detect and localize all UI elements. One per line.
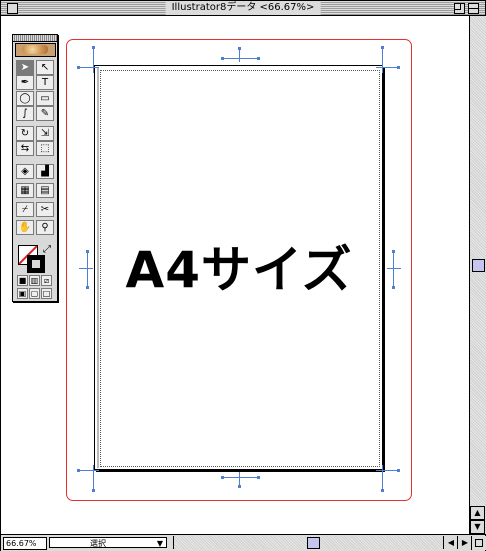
handle — [397, 469, 400, 472]
status-dropdown[interactable]: 選択 ▼ — [49, 537, 167, 548]
status-bar: 66.67% 選択 ▼ ◀ ▶ — [1, 534, 486, 551]
illustrator-logo[interactable] — [15, 43, 56, 57]
zoom-tool-icon[interactable]: ⚲ — [36, 220, 54, 235]
handle — [92, 489, 95, 492]
crop-mark-tl-h — [79, 67, 99, 68]
crop-mark-tc-v — [239, 48, 240, 62]
crop-mark-tl-v — [93, 47, 94, 73]
window-title: Illustrator8データ <66.67%> — [165, 1, 321, 15]
status-mode-label: 選択 — [90, 539, 106, 548]
type-tool-icon[interactable]: T — [36, 75, 54, 90]
rotate-tool-icon[interactable]: ↻ — [16, 126, 34, 141]
handle — [257, 476, 260, 479]
crop-mark-lm-h — [79, 268, 93, 269]
toolbox-drag-bar[interactable] — [13, 35, 57, 42]
resize-grow-box[interactable] — [471, 536, 486, 550]
crop-mark-br-v — [382, 465, 383, 491]
crop-mark-bl-v — [93, 465, 94, 491]
crop-mark-rm-v — [393, 251, 394, 287]
canvas[interactable]: A4サイズ ⤢ ➤ ↖ ✒ T ◯ ▭ ∫ ✎ ↻ ⇲ ⇆ ⬚ ◈ ▟ ▦ ▤ … — [1, 16, 469, 534]
stroke-swatch-icon[interactable] — [27, 255, 45, 273]
pencil-tool-icon[interactable]: ✎ — [36, 106, 54, 121]
eyedropper-tool-icon[interactable]: ⌿ — [16, 202, 34, 217]
crop-mark-lm-v — [87, 251, 88, 287]
crop-mark-bc-v — [239, 472, 240, 486]
handle — [238, 485, 241, 488]
close-box[interactable] — [7, 3, 18, 14]
crop-mark-tr-v — [382, 47, 383, 73]
gradient-mode-icon[interactable]: ▥ — [29, 275, 40, 286]
scroll-up-button[interactable]: ▲ — [470, 506, 485, 520]
gradient-mesh-tool-icon[interactable]: ▦ — [16, 183, 34, 198]
handle — [77, 66, 80, 69]
scroll-left-button[interactable]: ◀ — [443, 536, 458, 549]
fill-stroke-control[interactable]: ⤢ — [18, 245, 52, 277]
graph-tool-icon[interactable]: ▟ — [36, 164, 54, 179]
full-screen-mode-icon[interactable]: □ — [41, 288, 52, 299]
crop-mark-bc-h — [222, 477, 258, 478]
handle — [392, 250, 395, 253]
crop-mark-rm-h — [387, 268, 401, 269]
rectangle-tool-icon[interactable]: ▭ — [36, 91, 54, 106]
blend-tool-icon[interactable]: ◈ — [16, 164, 34, 179]
crop-mark-br-h — [376, 470, 398, 471]
handle — [381, 46, 384, 49]
direct-selection-tool-icon[interactable]: ↖ — [36, 60, 54, 75]
ellipse-tool-icon[interactable]: ◯ — [16, 91, 34, 106]
document-window: Illustrator8データ <66.67%> A4サイズ ⤢ ➤ ↖ ✒ T… — [0, 0, 486, 551]
scissors-tool-icon[interactable]: ✂ — [36, 202, 54, 217]
handle — [392, 286, 395, 289]
scroll-down-button[interactable]: ▼ — [470, 520, 485, 534]
chevron-down-icon: ▼ — [156, 539, 163, 548]
hand-tool-icon[interactable]: ✋ — [16, 220, 34, 235]
none-mode-icon[interactable]: ⧄ — [41, 275, 52, 286]
toolbox-palette[interactable]: ⤢ ➤ ↖ ✒ T ◯ ▭ ∫ ✎ ↻ ⇲ ⇆ ⬚ ◈ ▟ ▦ ▤ ⌿ ✂ ✋ ⚲ ■ ▥ ⧄ ▣ ▢ □ — [12, 34, 58, 302]
handle — [397, 66, 400, 69]
handle — [86, 250, 89, 253]
crop-mark-tr-h — [376, 67, 398, 68]
crop-mark-tc-h — [222, 58, 258, 59]
gradient-tool-icon[interactable]: ▤ — [36, 183, 54, 198]
artboard-heading[interactable]: A4サイズ — [89, 242, 389, 298]
handle — [221, 57, 224, 60]
zoom-box[interactable] — [454, 3, 465, 14]
collapse-box[interactable] — [468, 3, 479, 14]
zoom-level-field[interactable]: 66.67% — [3, 537, 47, 550]
handle — [238, 47, 241, 50]
handle — [221, 476, 224, 479]
reflect-tool-icon[interactable]: ⇆ — [16, 141, 34, 156]
scale-tool-icon[interactable]: ⇲ — [36, 126, 54, 141]
crop-mark-bl-h — [79, 470, 99, 471]
selection-tool-icon[interactable]: ➤ — [16, 60, 34, 75]
handle — [77, 469, 80, 472]
standard-screen-mode-icon[interactable]: ▣ — [17, 288, 28, 299]
full-screen-menu-mode-icon[interactable]: ▢ — [29, 288, 40, 299]
title-bar[interactable]: Illustrator8データ <66.67%> — [1, 1, 485, 16]
paintbrush-tool-icon[interactable]: ∫ — [16, 106, 34, 121]
pen-tool-icon[interactable]: ✒ — [16, 75, 34, 90]
color-mode-icon[interactable]: ■ — [17, 275, 28, 286]
horizontal-scroll-thumb[interactable] — [307, 537, 320, 549]
handle — [86, 286, 89, 289]
scroll-right-button[interactable]: ▶ — [457, 536, 472, 549]
free-transform-tool-icon[interactable]: ⬚ — [36, 141, 54, 156]
handle — [381, 489, 384, 492]
horizontal-scrollbar[interactable] — [173, 536, 444, 549]
vertical-scroll-thumb[interactable] — [472, 259, 485, 272]
swap-fill-stroke-icon[interactable]: ⤢ — [43, 245, 51, 255]
handle — [92, 46, 95, 49]
vertical-scrollbar[interactable]: ▲ ▼ — [469, 16, 486, 534]
handle — [257, 57, 260, 60]
